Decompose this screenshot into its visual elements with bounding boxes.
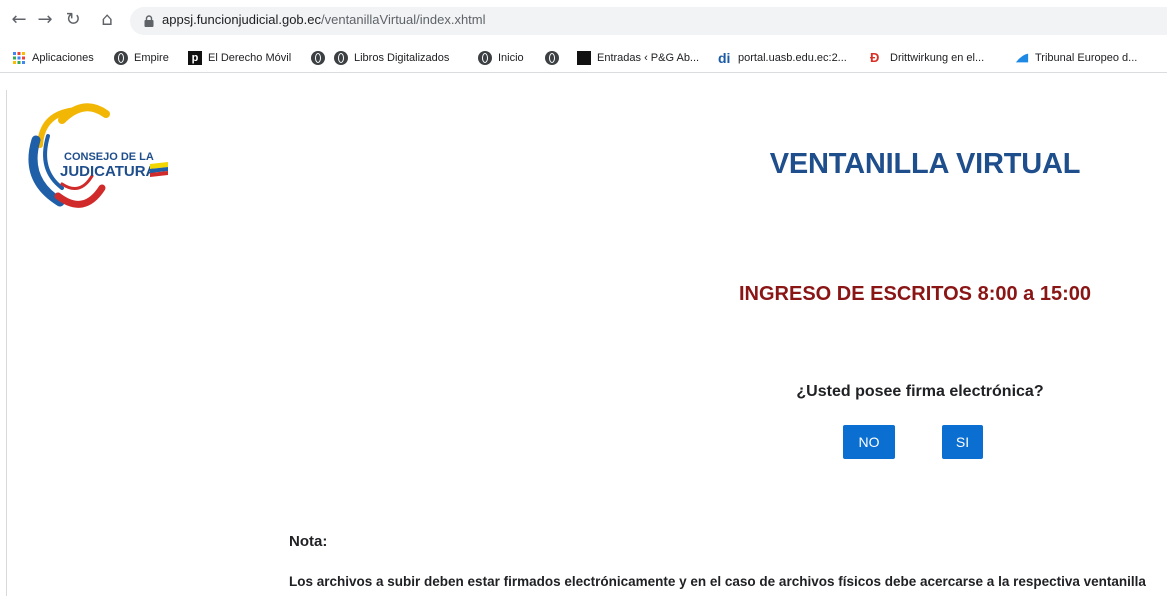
url-path: /ventanillaVirtual/index.xhtml xyxy=(321,12,486,27)
apps-grid-icon xyxy=(13,52,25,64)
globe-icon xyxy=(334,51,348,65)
bookmark-label: portal.uasb.edu.ec:2... xyxy=(738,52,847,64)
bookmark-label: El Derecho Móvil xyxy=(208,52,292,64)
bookmark-entradas[interactable]: Entradas ‹ P&G Ab... xyxy=(577,49,699,67)
lock-icon xyxy=(144,15,154,27)
no-button[interactable]: NO xyxy=(843,425,895,459)
bookmark-empire[interactable]: Empire xyxy=(114,49,169,67)
bookmark-portal-uasb[interactable]: di portal.uasb.edu.ec:2... xyxy=(718,49,847,67)
note-text: Los archivos a subir deben estar firmado… xyxy=(289,574,1146,589)
page-title: VENTANILLA VIRTUAL xyxy=(769,148,1081,180)
bookmark-el-derecho-movil[interactable]: p El Derecho Móvil xyxy=(188,49,291,67)
black-square-icon xyxy=(577,51,591,65)
consejo-judicatura-logo: CONSEJO DE LA JUDICATURA xyxy=(22,100,174,215)
globe-icon xyxy=(114,51,128,65)
left-border xyxy=(6,90,7,596)
bookmark-label: Empire xyxy=(134,52,169,64)
di-icon: di xyxy=(718,50,731,66)
bookmark-aplicaciones[interactable]: Aplicaciones xyxy=(12,49,94,67)
signature-question: ¿Usted posee firma electrónica? xyxy=(796,383,1044,400)
note-label: Nota: xyxy=(289,533,328,550)
globe-icon xyxy=(545,51,559,65)
logo-line1: CONSEJO DE LA xyxy=(64,151,154,163)
si-button[interactable]: SI xyxy=(942,425,983,459)
globe-icon xyxy=(311,51,325,65)
schedule-subtitle: INGRESO DE ESCRITOS 8:00 a 15:00 xyxy=(739,283,1091,305)
bookmarks-bar: Aplicaciones Empire p El Derecho Móvil L… xyxy=(0,42,1167,73)
blue-flag-icon xyxy=(1015,53,1029,63)
url-domain: appsj.funcionjudicial.gob.ec xyxy=(162,12,321,27)
url-text[interactable]: appsj.funcionjudicial.gob.ec/ventanillaV… xyxy=(162,12,486,27)
bookmark-label: Aplicaciones xyxy=(32,52,94,64)
forward-arrow-icon[interactable]: → xyxy=(34,9,56,31)
logo-line2: JUDICATURA xyxy=(60,163,157,180)
bookmark-label: Libros Digitalizados xyxy=(354,52,450,64)
reload-icon[interactable]: ↻ xyxy=(62,9,84,31)
browser-toolbar: ← → ↻ ⌂ appsj.funcionjudicial.gob.ec/ven… xyxy=(0,0,1167,40)
bookmark-inicio[interactable]: Inicio xyxy=(478,49,524,67)
address-bar[interactable]: appsj.funcionjudicial.gob.ec/ventanillaV… xyxy=(130,7,1167,35)
home-icon[interactable]: ⌂ xyxy=(96,9,118,31)
bookmark-label: Inicio xyxy=(498,52,524,64)
bookmark-label: Drittwirkung en el... xyxy=(890,52,985,64)
p-icon: p xyxy=(188,51,202,65)
bookmark-label: Tribunal Europeo d... xyxy=(1035,52,1138,64)
bookmark-globe[interactable] xyxy=(311,49,331,67)
globe-icon xyxy=(478,51,492,65)
bookmark-drittwirkung[interactable]: Ð Drittwirkung en el... xyxy=(870,49,984,67)
logo-graphic: CONSEJO DE LA JUDICATURA xyxy=(28,103,168,208)
bookmark-tribunal-europeo[interactable]: Tribunal Europeo d... xyxy=(1015,49,1137,67)
back-arrow-icon[interactable]: ← xyxy=(8,9,30,31)
d-icon: Ð xyxy=(870,50,880,65)
bookmark-libros-digitalizados[interactable]: Libros Digitalizados xyxy=(334,49,449,67)
bookmark-label: Entradas ‹ P&G Ab... xyxy=(597,52,700,64)
bookmark-globe-2[interactable] xyxy=(545,49,565,67)
